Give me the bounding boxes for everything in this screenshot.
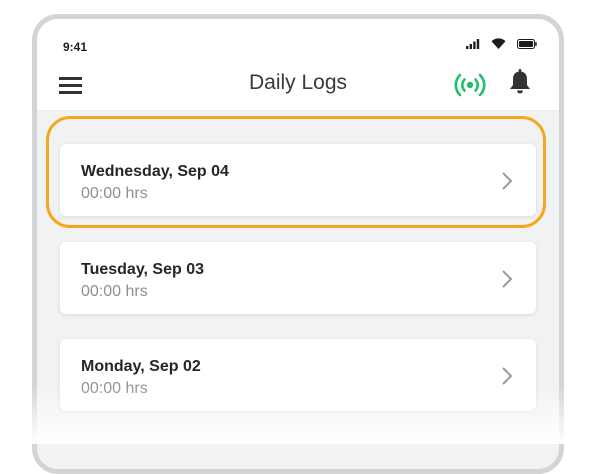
wifi-icon bbox=[491, 38, 506, 49]
chevron-right-icon bbox=[502, 172, 513, 190]
signal-icon bbox=[466, 38, 480, 49]
phone-frame: 9:41 Daily Logs Wednesday, Sep 04 00:00 … bbox=[32, 14, 564, 474]
log-day-label: Wednesday, Sep 04 bbox=[81, 163, 229, 180]
log-hours-label: 00:00 hrs bbox=[81, 380, 148, 397]
log-card-monday[interactable]: Monday, Sep 02 00:00 hrs bbox=[60, 339, 536, 411]
status-icons bbox=[466, 38, 537, 49]
log-card-tuesday[interactable]: Tuesday, Sep 03 00:00 hrs bbox=[60, 242, 536, 314]
daily-logs-list: Wednesday, Sep 04 00:00 hrs Tuesday, Sep… bbox=[37, 111, 559, 469]
status-time: 9:41 bbox=[63, 40, 88, 54]
connection-signal-icon[interactable] bbox=[453, 70, 487, 100]
app-header: Daily Logs bbox=[37, 65, 559, 111]
chevron-right-icon bbox=[502, 367, 513, 385]
log-card-wednesday[interactable]: Wednesday, Sep 04 00:00 hrs bbox=[60, 144, 536, 216]
log-hours-label: 00:00 hrs bbox=[81, 185, 148, 202]
log-day-label: Monday, Sep 02 bbox=[81, 358, 201, 375]
log-day-label: Tuesday, Sep 03 bbox=[81, 261, 205, 278]
battery-icon bbox=[517, 38, 537, 49]
bell-icon[interactable] bbox=[509, 68, 531, 96]
chevron-right-icon bbox=[502, 270, 513, 288]
status-bar: 9:41 bbox=[37, 19, 559, 65]
log-hours-label: 00:00 hrs bbox=[81, 283, 148, 300]
